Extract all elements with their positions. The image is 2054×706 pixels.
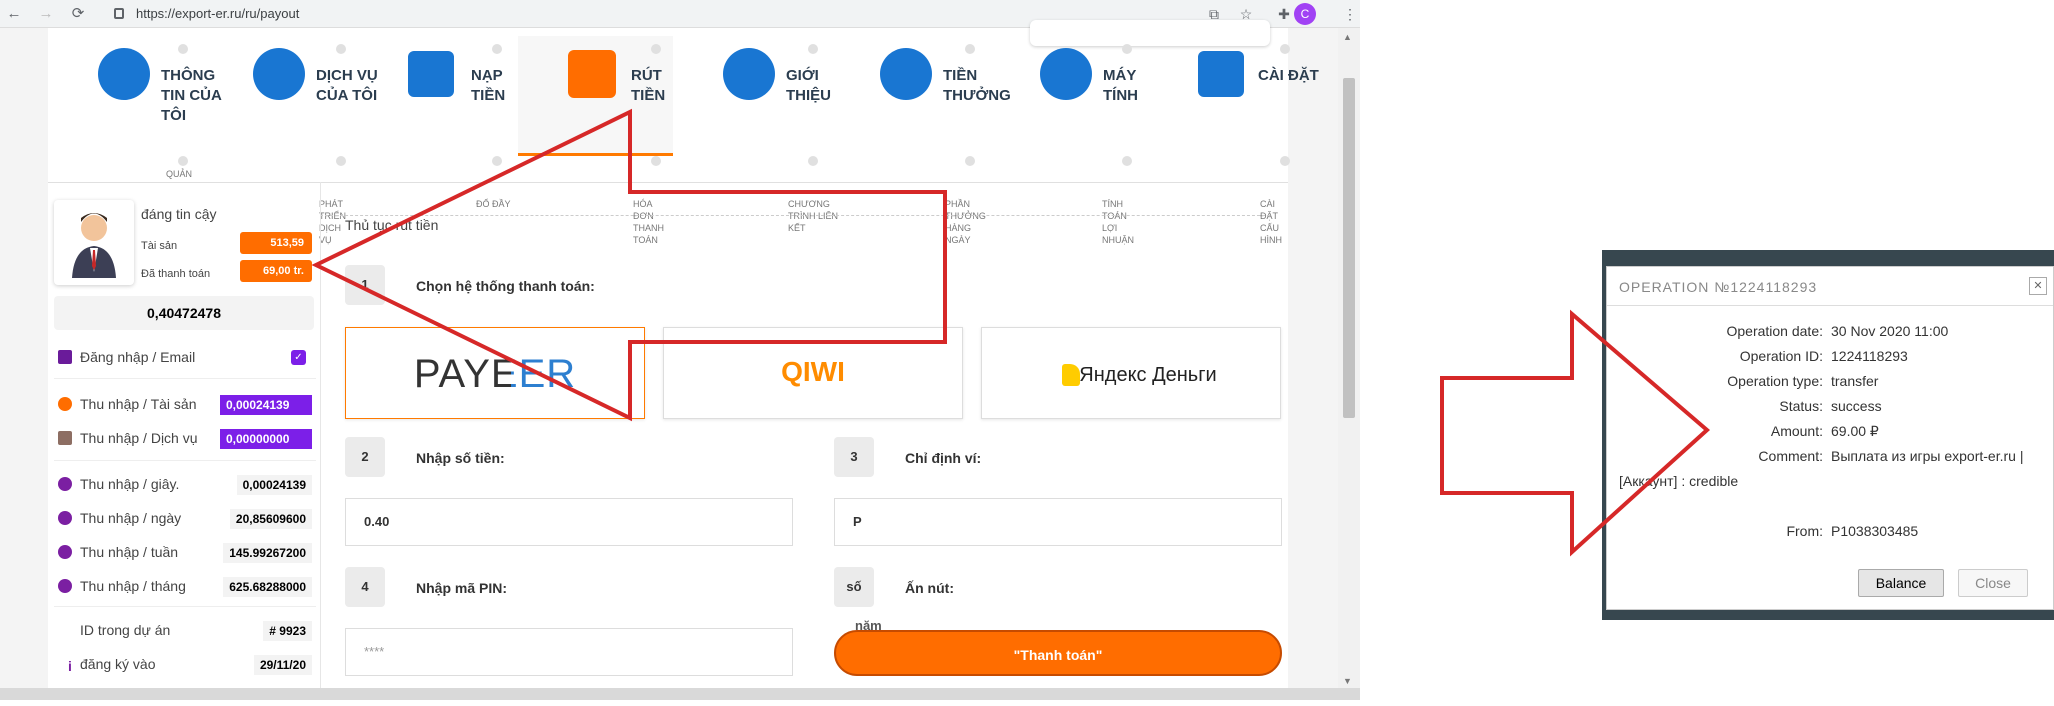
arrow-left-annotation	[311, 108, 947, 422]
annotation-arrows	[311, 108, 1711, 557]
arrow-right-annotation	[1440, 309, 1711, 557]
